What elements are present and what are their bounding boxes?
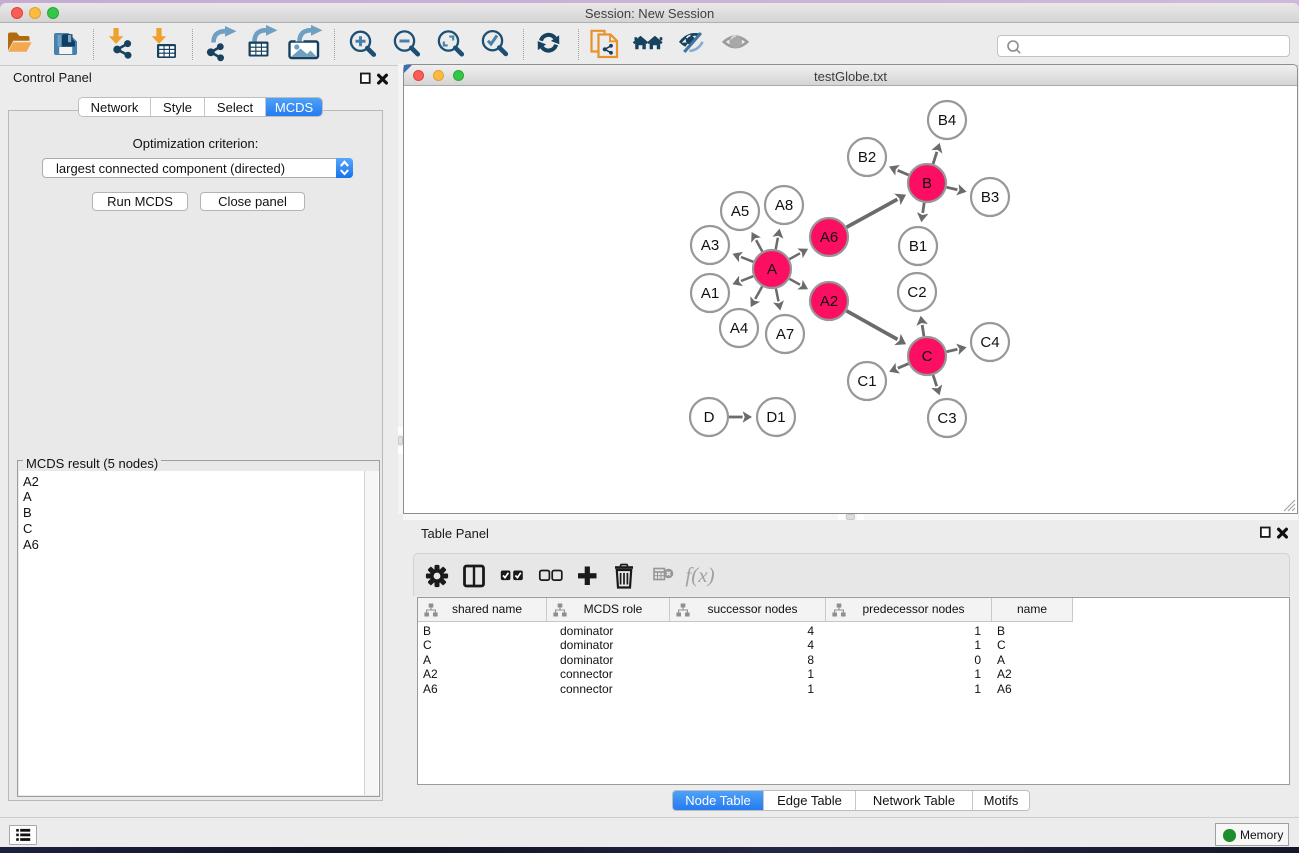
- svg-text:B2: B2: [858, 149, 876, 166]
- svg-text:C4: C4: [980, 334, 999, 351]
- svg-text:A1: A1: [701, 285, 719, 302]
- svg-text:B: B: [922, 175, 932, 192]
- svg-text:C2: C2: [907, 284, 926, 301]
- svg-text:B4: B4: [938, 112, 956, 129]
- svg-text:A7: A7: [776, 326, 794, 343]
- svg-text:C: C: [922, 348, 933, 365]
- svg-text:D: D: [704, 409, 715, 426]
- svg-text:C1: C1: [857, 373, 876, 390]
- svg-text:A5: A5: [731, 203, 749, 220]
- svg-text:A3: A3: [701, 237, 719, 254]
- svg-text:A: A: [767, 261, 777, 278]
- svg-text:C3: C3: [937, 410, 956, 427]
- svg-text:A6: A6: [820, 229, 838, 246]
- svg-text:A4: A4: [730, 320, 748, 337]
- svg-text:f(x): f(x): [685, 563, 714, 587]
- svg-text:D1: D1: [766, 409, 785, 426]
- svg-text:A8: A8: [775, 197, 793, 214]
- svg-text:B3: B3: [981, 189, 999, 206]
- svg-text:A2: A2: [820, 293, 838, 310]
- svg-text:B1: B1: [909, 238, 927, 255]
